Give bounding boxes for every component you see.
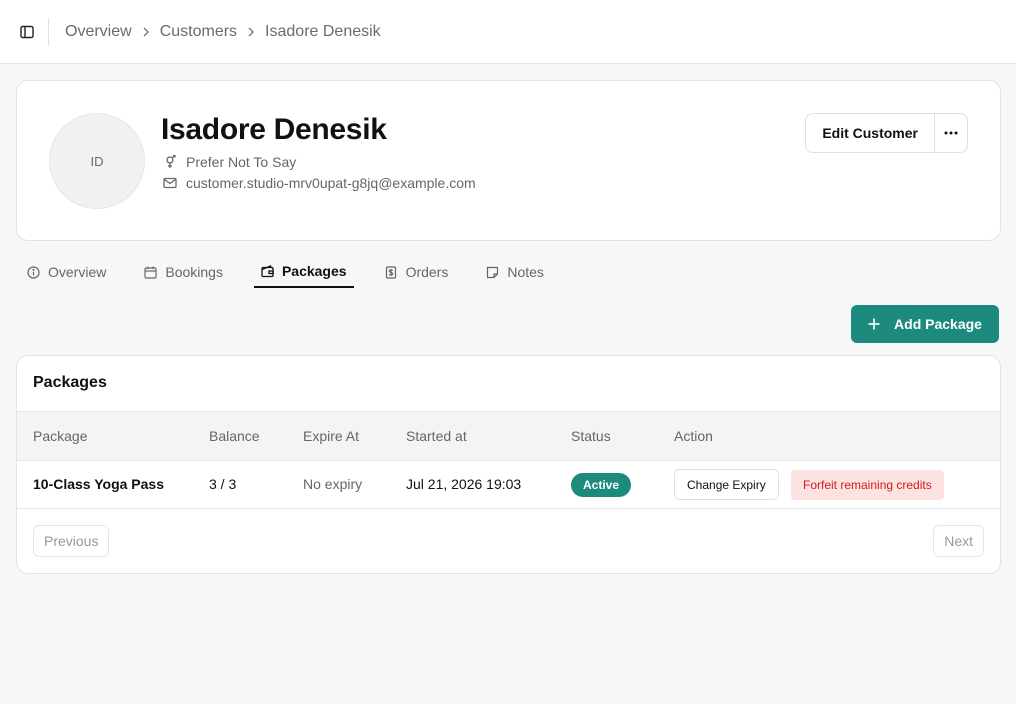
customer-gender-row: Prefer Not To Say — [163, 154, 296, 170]
column-header-expire-at: Expire At — [303, 428, 360, 444]
plus-icon — [868, 318, 880, 330]
customer-email-row: customer.studio-mrv0upat-g8jq@example.co… — [163, 175, 476, 191]
sidebar-toggle-icon[interactable] — [17, 22, 37, 42]
column-header-balance: Balance — [209, 428, 260, 444]
next-page-button[interactable]: Next — [933, 525, 984, 557]
edit-customer-button[interactable]: Edit Customer — [805, 113, 934, 153]
mail-icon — [163, 176, 177, 190]
column-header-status: Status — [571, 428, 611, 444]
change-expiry-button[interactable]: Change Expiry — [674, 469, 779, 500]
status-badge: Active — [571, 473, 632, 497]
customer-gender: Prefer Not To Say — [186, 154, 297, 170]
table-row: 10-Class Yoga Pass 3 / 3 No expiry Jul 2… — [17, 461, 1000, 509]
forfeit-credits-button[interactable]: Forfeit remaining credits — [791, 470, 944, 500]
avatar: ID — [49, 113, 145, 209]
tab-notes[interactable]: Notes — [479, 256, 551, 288]
gender-icon — [163, 155, 177, 169]
package-name: 10-Class Yoga Pass — [33, 476, 165, 492]
tab-label: Bookings — [165, 264, 223, 280]
avatar-initials: ID — [90, 153, 104, 169]
ellipsis-icon — [944, 131, 958, 135]
package-started-at: Jul 21, 2026 19:03 — [406, 476, 522, 492]
more-options-button[interactable] — [934, 113, 968, 153]
customer-email: customer.studio-mrv0upat-g8jq@example.co… — [186, 175, 476, 191]
tab-label: Packages — [281, 263, 347, 279]
table-header: Package Balance Expire At Started at Sta… — [17, 411, 1000, 461]
calendar-icon — [144, 265, 158, 279]
add-package-button[interactable]: Add Package — [851, 305, 999, 343]
tab-bookings[interactable]: Bookings — [137, 256, 230, 288]
breadcrumb-overview[interactable]: Overview — [65, 23, 132, 41]
receipt-icon — [385, 265, 399, 279]
column-header-started-at: Started at — [406, 428, 467, 444]
column-header-package: Package — [33, 428, 88, 444]
packages-card: Packages Package Balance Expire At Start… — [16, 355, 1001, 574]
customer-profile-card: ID Isadore Denesik Prefer Not To Say cus… — [16, 80, 1001, 241]
customer-tabs: Overview Bookings Packages Orders Notes — [20, 256, 575, 289]
breadcrumb-customers[interactable]: Customers — [160, 23, 237, 41]
info-icon — [27, 265, 41, 279]
add-package-label: Add Package — [894, 316, 982, 332]
customer-actions: Edit Customer — [805, 113, 968, 153]
package-balance: 3 / 3 — [209, 476, 237, 492]
column-header-action: Action — [674, 428, 713, 444]
tab-orders[interactable]: Orders — [378, 256, 456, 288]
tab-label: Orders — [405, 264, 449, 280]
breadcrumb-current: Isadore Denesik — [265, 22, 381, 40]
packages-title: Packages — [33, 374, 107, 391]
tab-label: Overview — [48, 264, 107, 280]
top-bar: Overview Customers Isadore Denesik — [0, 0, 1016, 64]
breadcrumb: Overview Customers Isadore Denesik — [65, 23, 381, 41]
sticky-note-icon — [486, 265, 500, 279]
divider — [48, 17, 49, 46]
tab-packages[interactable]: Packages — [253, 256, 354, 288]
tab-label: Notes — [507, 264, 544, 280]
chevron-right-icon — [142, 27, 150, 37]
previous-page-button[interactable]: Previous — [33, 525, 110, 557]
wallet-icon — [261, 264, 275, 278]
package-expire-at: No expiry — [303, 476, 363, 492]
chevron-right-icon — [247, 27, 255, 37]
customer-name: Isadore Denesik — [161, 113, 387, 146]
tab-overview[interactable]: Overview — [20, 256, 113, 288]
